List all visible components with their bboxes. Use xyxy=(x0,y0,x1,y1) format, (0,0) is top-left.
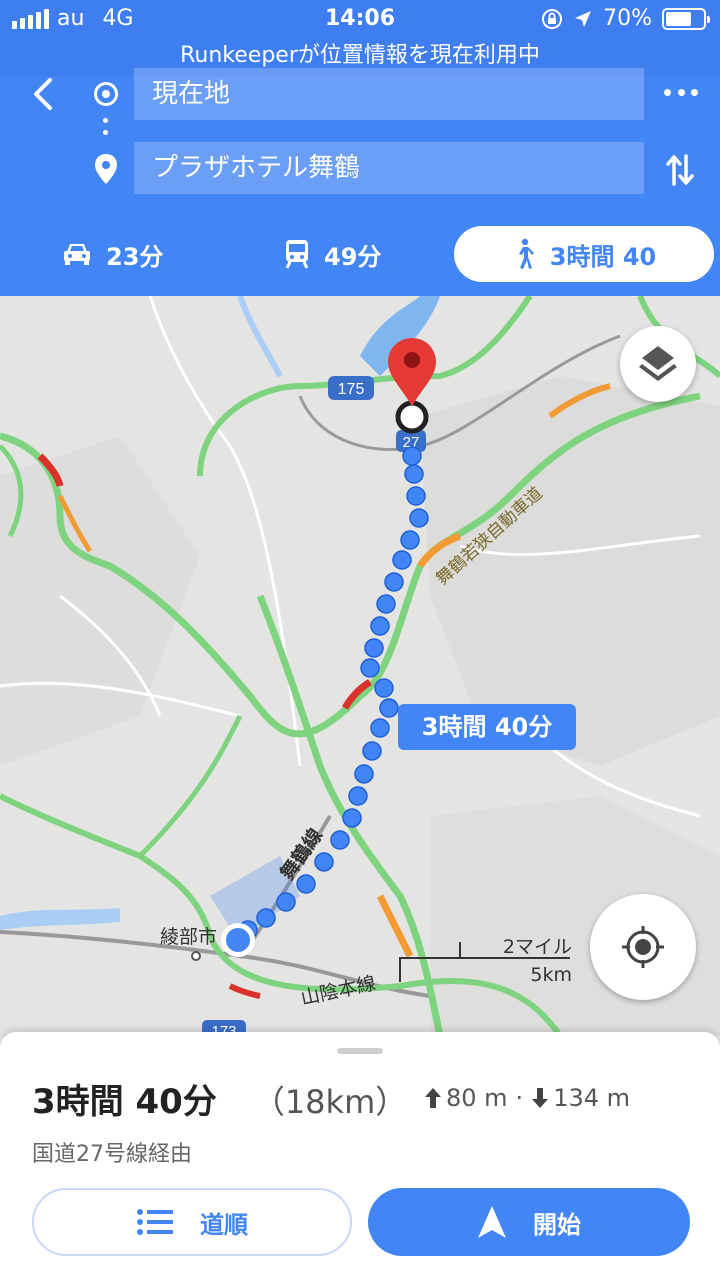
route-dot xyxy=(364,638,384,658)
map-view[interactable]: 175 27 173 綾部市 舞鶴線 山陰本線 舞鶴若狭自動車道 3時間 40分… xyxy=(0,296,720,1036)
sheet-handle[interactable] xyxy=(337,1048,383,1054)
route-dot xyxy=(376,594,396,614)
route-dot xyxy=(354,764,374,784)
layers-button[interactable] xyxy=(620,326,696,402)
battery-icon xyxy=(662,7,710,30)
ascent: 80 m xyxy=(446,1084,508,1112)
destination-pin-icon xyxy=(95,154,117,184)
travel-mode-tabs: 23分 49分 3時間 40 xyxy=(0,226,720,282)
route-dot xyxy=(362,741,382,761)
train-icon xyxy=(285,240,309,269)
route-summary-sheet[interactable]: 3時間 40分 （18km） 80 m · 134 m 国道27号線経由 道順 … xyxy=(0,1032,720,1280)
route-dot xyxy=(409,508,429,528)
more-options-icon[interactable] xyxy=(664,84,698,100)
route-dots xyxy=(103,118,109,142)
list-icon xyxy=(137,1209,173,1235)
destination-field[interactable]: プラザホテル舞鶴 xyxy=(134,142,644,194)
car-icon xyxy=(64,244,90,265)
route-dot xyxy=(402,446,422,466)
battery-percent: 70% xyxy=(603,6,652,31)
scale-metric: 5km xyxy=(530,964,572,986)
arrow-up-icon xyxy=(425,1088,441,1108)
tab-car[interactable]: 23分 xyxy=(62,226,163,282)
back-arrow-icon[interactable] xyxy=(22,74,66,118)
route-dot xyxy=(330,830,350,850)
route-shield-175: 175 xyxy=(338,381,365,398)
scale-imperial: 2マイル xyxy=(502,936,572,958)
route-dot xyxy=(392,550,412,570)
route-dot xyxy=(370,718,390,738)
walking-icon xyxy=(518,238,534,269)
route-dot xyxy=(379,698,399,718)
route-distance: （18km） xyxy=(252,1083,408,1121)
origin-icon xyxy=(94,82,118,106)
swap-icon[interactable] xyxy=(664,150,696,190)
route-dot xyxy=(256,908,276,928)
route-dot xyxy=(406,486,426,506)
route-duration-callout[interactable]: 3時間 40分 xyxy=(398,704,576,750)
steps-button[interactable]: 道順 xyxy=(32,1188,352,1256)
descent: 134 m xyxy=(553,1084,631,1112)
route-duration: 3時間 40分 xyxy=(32,1082,217,1122)
transit-duration: 49分 xyxy=(324,242,382,271)
tab-transit[interactable]: 49分 xyxy=(284,226,381,282)
tab-walk[interactable]: 3時間 40 xyxy=(454,226,714,282)
arrow-down-icon xyxy=(532,1088,549,1108)
location-arrow-icon xyxy=(575,10,592,27)
steps-label: 道順 xyxy=(200,1210,248,1239)
route-dot xyxy=(276,892,296,912)
car-duration: 23分 xyxy=(106,242,164,271)
map-scale: 2マイル 5km xyxy=(398,932,574,988)
layers-icon xyxy=(639,346,677,381)
place-label-ayabe: 綾部市 xyxy=(160,926,218,948)
route-via: 国道27号線経由 xyxy=(32,1142,192,1167)
route-dot xyxy=(342,808,362,828)
route-dot xyxy=(360,658,380,678)
route-dot xyxy=(314,852,334,872)
route-dot xyxy=(348,786,368,806)
elevation-separator: · xyxy=(515,1084,524,1112)
route-dot xyxy=(404,464,424,484)
status-bar: au 4G 14:06 70% xyxy=(0,0,720,40)
route-dot xyxy=(400,530,420,550)
start-label: 開始 xyxy=(533,1210,581,1239)
navigation-arrow-icon xyxy=(478,1206,506,1238)
elevation-info: 80 m · 134 m xyxy=(424,1084,630,1112)
route-dot xyxy=(374,678,394,698)
crosshair-icon xyxy=(622,926,664,968)
directions-header: 現在地 プラザホテル舞鶴 23分 49分 3時間 40 xyxy=(0,68,720,296)
origin-field[interactable]: 現在地 xyxy=(134,68,644,120)
my-location-button[interactable] xyxy=(590,894,696,1000)
orientation-lock-icon xyxy=(542,8,563,29)
walk-duration: 3時間 40 xyxy=(549,242,657,271)
start-navigation-button[interactable]: 開始 xyxy=(368,1188,690,1256)
route-dot xyxy=(370,616,390,636)
route-dot xyxy=(384,572,404,592)
